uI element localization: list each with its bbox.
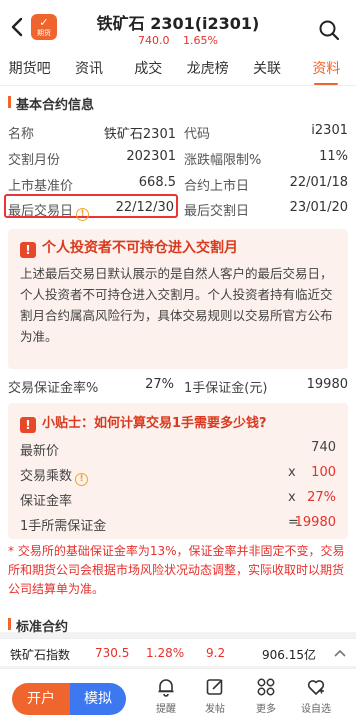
per-lot-margin-value: 19980 [306, 377, 348, 392]
value-code: i2301 [311, 123, 348, 138]
bell-icon [158, 679, 174, 697]
page-title: 铁矿石 2301(i2301) [96, 14, 260, 33]
edit-icon [206, 679, 223, 695]
label-base-price: 上市基准价 [8, 179, 74, 194]
tab-related[interactable]: 关联 [237, 54, 296, 85]
notice-box: ! 个人投资者不可持仓进入交割月 上述最后交易日默认展示的是自然人客户的最后交易日… [8, 229, 348, 369]
tips-row-multiplier: 交易乘数! x 100 [20, 465, 336, 486]
contract-info-panel: 基本合约信息 名称 铁矿石2301 代码 i2301 交割月份 202301 涨… [0, 86, 356, 635]
nav-more[interactable]: 更多 [246, 677, 286, 715]
header: ✓ 期货 铁矿石 2301(i2301) 740.0 1.65% [0, 0, 356, 54]
price-summary: 740.0 1.65% [0, 34, 356, 47]
index-ticker[interactable]: 铁矿石指数 730.5 1.28% 9.2 906.15亿 [0, 638, 356, 666]
heart-icon [307, 680, 325, 695]
tips-row-margin-rate: 保证金率 x 27% [20, 490, 336, 509]
tips-row-required-margin: 1手所需保证金 = 19980 [20, 515, 336, 534]
value-limit: 11% [319, 149, 348, 164]
warning-icon: ! [20, 242, 36, 258]
tab-profile[interactable]: 资料 [297, 54, 356, 85]
label-name: 名称 [8, 127, 35, 142]
tab-bar: 期货吧 资讯 成交 龙虎榜 关联 资料 [0, 54, 356, 86]
simulate-button[interactable]: 模拟 [70, 683, 126, 715]
label-last-delivery-day: 最后交割日 [184, 204, 250, 219]
ticker-change: 9.2 [206, 646, 226, 660]
label-last-trade-day: 最后交易日! [8, 200, 90, 221]
value-last-delivery-day: 23/01/20 [289, 200, 348, 215]
label-delivery-month: 交割月份 [8, 153, 61, 168]
search-icon[interactable] [318, 19, 340, 41]
warning-icon: ! [20, 417, 36, 433]
grid-icon [257, 678, 275, 696]
bottom-bar: 开户 模拟 提醒 发帖 更多 设自选 [0, 668, 356, 720]
nav-add-watchlist[interactable]: 设自选 [296, 677, 336, 715]
section-title-basic: 基本合约信息 [8, 94, 94, 113]
open-account-button[interactable]: 开户 [12, 683, 70, 715]
last-price: 740.0 [138, 34, 170, 47]
change-percent: 1.65% [183, 34, 218, 47]
tips-row-latest-price: 最新价 740 [20, 440, 336, 459]
notice-title: ! 个人投资者不可持仓进入交割月 [20, 237, 238, 258]
value-base-price: 668.5 [138, 175, 176, 190]
margin-rate-label: 交易保证金率% [8, 381, 99, 396]
ticker-name: 铁矿石指数 [10, 648, 71, 662]
info-icon[interactable]: ! [76, 208, 90, 221]
tab-leaderboard[interactable]: 龙虎榜 [178, 54, 237, 85]
chevron-up-icon[interactable] [334, 648, 346, 658]
notice-body: 上述最后交易日默认展示的是自然人客户的最后交易日，个人投资者不可持仓进入交割月。… [20, 266, 333, 344]
value-delivery-month: 202301 [126, 149, 176, 164]
tips-box: ! 小贴士：如何计算交易1手需要多少钱? 最新价 740 交易乘数! x 100 … [8, 403, 348, 539]
ticker-change-pct: 1.28% [146, 646, 185, 660]
tab-forum[interactable]: 期货吧 [0, 54, 59, 85]
ticker-price: 730.5 [95, 646, 130, 660]
ticker-volume: 906.15亿 [262, 648, 316, 662]
tips-title: ! 小贴士：如何计算交易1手需要多少钱? [20, 412, 267, 433]
label-listing-date: 合约上市日 [184, 179, 250, 194]
nav-post[interactable]: 发帖 [195, 677, 235, 715]
label-code: 代码 [184, 127, 211, 142]
per-lot-margin-label: 1手保证金(元) [184, 381, 268, 396]
value-name: 铁矿石2301 [103, 127, 176, 142]
label-limit: 涨跌幅限制% [184, 153, 262, 168]
margin-footnote: * 交易所的基础保证金率为13%，保证金率并非固定不变，交易所和期货公司会根据市… [8, 544, 345, 596]
nav-reminder[interactable]: 提醒 [146, 677, 186, 715]
value-last-trade-day: 22/12/30 [115, 200, 174, 215]
margin-rate-value: 27% [145, 377, 174, 392]
tab-news[interactable]: 资讯 [59, 54, 118, 85]
tab-trades[interactable]: 成交 [119, 54, 178, 85]
section-title-standard: 标准合约 [8, 616, 68, 635]
value-listing-date: 22/01/18 [289, 175, 348, 190]
info-icon[interactable]: ! [75, 473, 89, 486]
